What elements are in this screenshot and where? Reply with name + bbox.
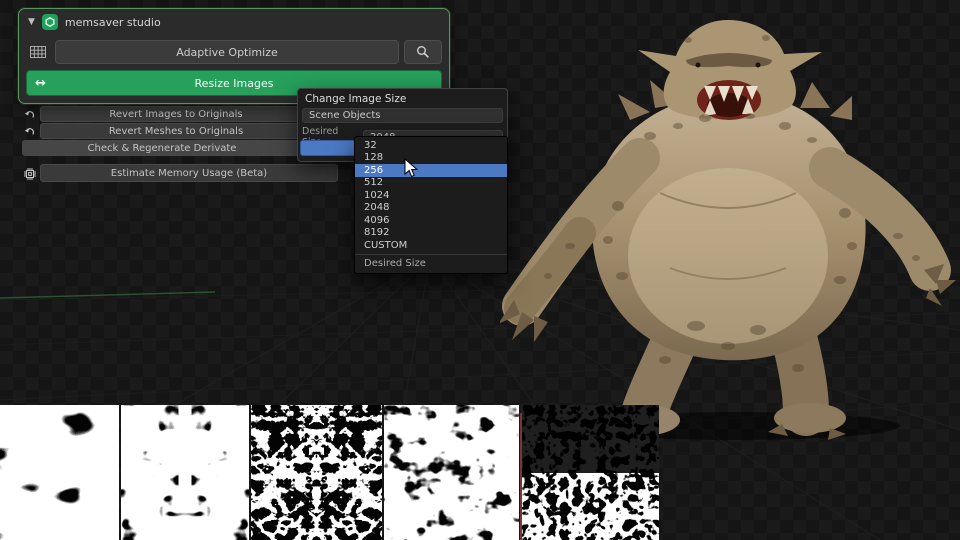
scene-objects-field[interactable]: Scene Objects — [302, 108, 503, 123]
mouse-cursor — [404, 158, 419, 178]
collapse-chevron-icon[interactable]: ▼ — [28, 17, 35, 27]
panel-title: memsaver studio — [64, 15, 161, 29]
menu-option-custom[interactable]: CUSTOM — [355, 239, 507, 252]
resize-arrows-icon: ↔ — [35, 75, 46, 91]
size-options-menu: 32 128 256 512 1024 2048 4096 8192 CUSTO… — [354, 136, 508, 274]
menu-option-4096[interactable]: 4096 — [355, 214, 507, 227]
menu-option-32[interactable]: 32 — [355, 139, 507, 152]
undo-icon — [23, 108, 36, 121]
menu-option-2048[interactable]: 2048 — [355, 202, 507, 215]
search-icon — [417, 46, 429, 58]
adaptive-optimize-button[interactable]: Adaptive Optimize — [55, 40, 399, 64]
texture-strip — [0, 405, 659, 540]
search-button[interactable] — [404, 40, 442, 64]
menu-option-8192[interactable]: 8192 — [355, 227, 507, 240]
menu-option-128[interactable]: 128 — [355, 152, 507, 165]
grid-icon — [30, 46, 46, 58]
check-regenerate-button[interactable]: Check & Regenerate Derivate — [22, 140, 302, 156]
cpu-icon — [23, 167, 36, 180]
menu-option-1024[interactable]: 1024 — [355, 189, 507, 202]
y-axis-line — [0, 291, 216, 299]
menu-footer-label: Desired Size — [355, 253, 507, 273]
texture-thumbnail-2[interactable] — [121, 405, 249, 540]
texture-thumbnail-1[interactable] — [0, 405, 119, 540]
texture-thumbnail-3[interactable] — [251, 405, 382, 540]
texture-thumbnail-5[interactable] — [521, 405, 659, 540]
estimate-memory-button[interactable]: Estimate Memory Usage (Beta) — [40, 164, 338, 182]
monster-model[interactable] — [500, 8, 960, 440]
undo-icon — [23, 125, 36, 138]
dialog-title: Change Image Size — [305, 93, 407, 105]
revert-meshes-button[interactable]: Revert Meshes to Originals — [40, 123, 312, 139]
resize-images-label: Resize Images — [194, 76, 274, 90]
grid-icon-button[interactable] — [26, 40, 50, 64]
memsaver-logo-icon — [41, 14, 58, 30]
menu-option-256[interactable]: 256 — [355, 164, 507, 177]
revert-images-button[interactable]: Revert Images to Originals — [40, 106, 312, 122]
menu-option-512[interactable]: 512 — [355, 177, 507, 190]
x-axis-line — [520, 413, 522, 540]
texture-thumbnail-4[interactable] — [384, 405, 519, 540]
